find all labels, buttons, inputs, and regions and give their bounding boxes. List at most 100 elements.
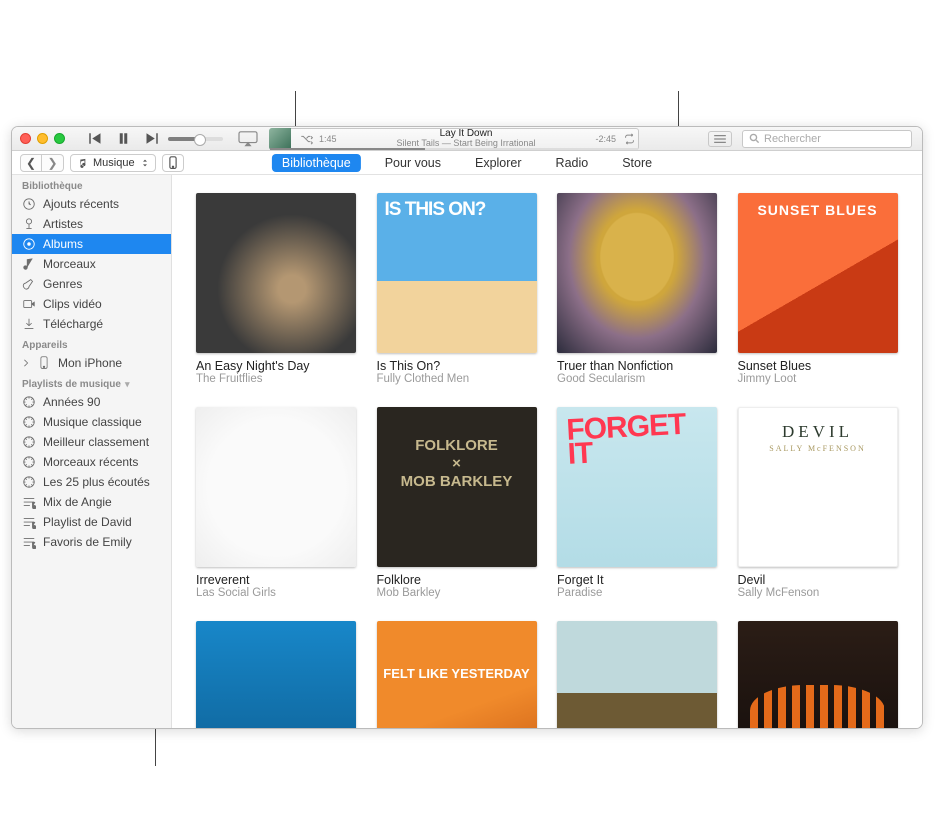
media-picker[interactable]: Musique <box>70 154 156 172</box>
play-pause-button[interactable] <box>116 131 131 146</box>
sidebar-item-downloaded[interactable]: Téléchargé <box>12 314 171 334</box>
tab-for-you[interactable]: Pour vous <box>375 154 451 172</box>
shuffle-button[interactable] <box>297 133 315 145</box>
now-playing-text: Lay It Down Silent Tails — Start Being I… <box>341 129 592 149</box>
album-card[interactable]: Irreverent Las Social Girls <box>196 407 357 599</box>
previous-track-button[interactable] <box>87 131 102 146</box>
next-track-button[interactable] <box>145 131 160 146</box>
album-cover: IS THIS ON? <box>377 193 537 353</box>
callout-line <box>295 91 296 129</box>
playlist-icon <box>22 495 36 509</box>
airplay-button[interactable] <box>237 130 259 148</box>
sidebar-item-label: Albums <box>43 237 83 251</box>
sidebar-item-label: Morceaux récents <box>43 455 138 469</box>
album-card[interactable] <box>738 621 899 728</box>
volume-slider[interactable] <box>168 137 223 141</box>
album-card[interactable]: SUNSET BLUES Sunset Blues Jimmy Loot <box>738 193 899 385</box>
album-card[interactable]: IS THIS ON? Is This On? Fully Clothed Me… <box>377 193 538 385</box>
sidebar-item-label: Morceaux <box>43 257 96 271</box>
sidebar-item-songs[interactable]: Morceaux <box>12 254 171 274</box>
album-title: Folklore <box>377 573 538 587</box>
album-card[interactable]: FOLKLORE×MOB BARKLEY Folklore Mob Barkle… <box>377 407 538 599</box>
album-cover: HOLIDAY STANDARDS <box>196 621 356 728</box>
sidebar-item-label: Clips vidéo <box>43 297 102 311</box>
search-icon <box>749 133 760 144</box>
sidebar-playlist[interactable]: Années 90 <box>12 392 171 412</box>
sidebar-item-genres[interactable]: Genres <box>12 274 171 294</box>
album-title: Is This On? <box>377 359 538 373</box>
guitar-icon <box>22 277 36 291</box>
album-artist: Paradise <box>557 587 718 599</box>
sidebar-playlist[interactable]: Morceaux récents <box>12 452 171 472</box>
back-button[interactable]: ❮ <box>20 154 42 172</box>
zoom-button[interactable] <box>54 133 65 144</box>
playback-progress[interactable] <box>270 148 638 150</box>
tab-store[interactable]: Store <box>612 154 662 172</box>
sidebar-item-videos[interactable]: Clips vidéo <box>12 294 171 314</box>
sidebar-playlist[interactable]: Favoris de Emily <box>12 532 171 552</box>
album-card[interactable]: HOLIDAY STANDARDS <box>196 621 357 728</box>
note-icon <box>22 257 36 271</box>
smart-playlist-icon <box>22 455 36 469</box>
smart-playlist-icon <box>22 475 36 489</box>
album-card[interactable]: FORGET IT Forget It Paradise <box>557 407 718 599</box>
album-card[interactable]: An Easy Night's Day The Fruitflies <box>196 193 357 385</box>
remaining-time: -2:45 <box>591 134 620 144</box>
repeat-button[interactable] <box>620 133 638 145</box>
sidebar-item-label: Mix de Angie <box>43 495 112 509</box>
sidebar-item-label: Meilleur classement <box>43 435 149 449</box>
sidebar-item-label: Téléchargé <box>43 317 103 331</box>
album-card[interactable]: DEVIL SALLY McFENSON Devil Sally McFenso… <box>738 407 899 599</box>
album-card[interactable] <box>557 621 718 728</box>
minimize-button[interactable] <box>37 133 48 144</box>
album-cover: FORGET IT <box>557 407 717 567</box>
sidebar-playlist[interactable]: Mix de Angie <box>12 492 171 512</box>
album-card[interactable]: FELT LIKE YESTERDAY <box>377 621 538 728</box>
now-playing-artwork <box>269 128 291 150</box>
album-cover <box>557 193 717 353</box>
sidebar-item-albums[interactable]: Albums <box>12 234 171 254</box>
album-artist: Las Social Girls <box>196 587 357 599</box>
album-title: Forget It <box>557 573 718 587</box>
sidebar-item-label: Mon iPhone <box>58 356 122 370</box>
search-field[interactable]: Rechercher <box>742 130 912 148</box>
album-title: Irreverent <box>196 573 357 587</box>
media-picker-label: Musique <box>93 157 135 169</box>
album-artist: Sally McFenson <box>738 587 899 599</box>
close-button[interactable] <box>20 133 31 144</box>
sidebar-item-device-iphone[interactable]: Mon iPhone <box>12 353 171 373</box>
sidebar-playlist[interactable]: Meilleur classement <box>12 432 171 452</box>
sidebar-item-recent-adds[interactable]: Ajouts récents <box>12 194 171 214</box>
up-next-button[interactable] <box>708 131 732 147</box>
now-playing-lcd[interactable]: 1:45 Lay It Down Silent Tails — Start Be… <box>269 128 639 150</box>
sidebar-item-label: Playlist de David <box>43 515 132 529</box>
album-card[interactable]: Truer than Nonfiction Good Secularism <box>557 193 718 385</box>
sidebar-item-label: Ajouts récents <box>43 197 119 211</box>
sidebar-header-library: Bibliothèque <box>12 175 171 194</box>
tab-explore[interactable]: Explorer <box>465 154 532 172</box>
download-icon <box>22 317 36 331</box>
music-icon <box>77 158 87 168</box>
sidebar-item-label: Favoris de Emily <box>43 535 132 549</box>
sidebar-playlist[interactable]: Les 25 plus écoutés <box>12 472 171 492</box>
itunes-window: 1:45 Lay It Down Silent Tails — Start Be… <box>11 126 923 729</box>
tab-radio[interactable]: Radio <box>546 154 599 172</box>
clock-icon <box>22 197 36 211</box>
sidebar-playlist[interactable]: Musique classique <box>12 412 171 432</box>
album-title: Truer than Nonfiction <box>557 359 718 373</box>
smart-playlist-icon <box>22 415 36 429</box>
device-button[interactable] <box>162 154 184 172</box>
album-cover: SUNSET BLUES <box>738 193 898 353</box>
nav-row: ❮ ❯ Musique Bibliothèque Pour vous Explo… <box>12 151 922 175</box>
playlist-icon <box>22 515 36 529</box>
album-title: Devil <box>738 573 899 587</box>
sidebar-item-label: Genres <box>43 277 82 291</box>
album-title: An Easy Night's Day <box>196 359 357 373</box>
album-cover <box>738 621 898 728</box>
sidebar-playlist[interactable]: Playlist de David <box>12 512 171 532</box>
tab-library[interactable]: Bibliothèque <box>272 154 361 172</box>
smart-playlist-icon <box>22 395 36 409</box>
sidebar-item-artists[interactable]: Artistes <box>12 214 171 234</box>
forward-button[interactable]: ❯ <box>42 154 64 172</box>
sidebar-header-playlists[interactable]: Playlists de musique▾ <box>12 373 171 392</box>
